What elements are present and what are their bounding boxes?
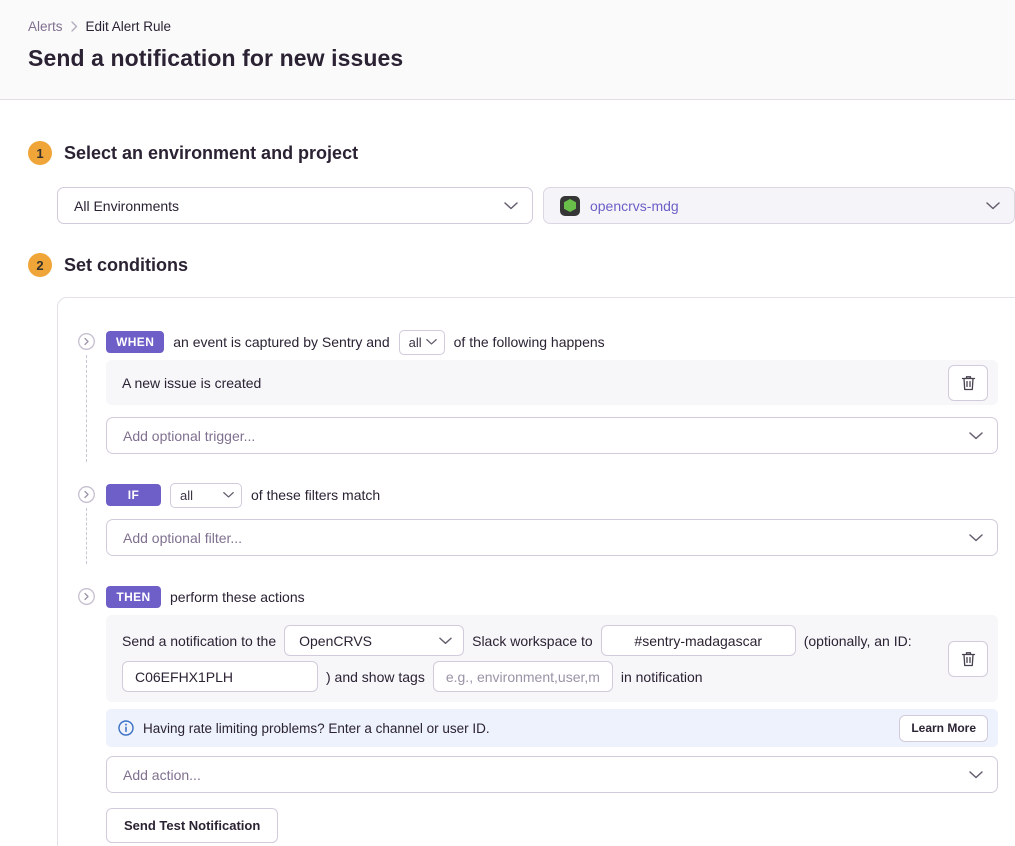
- learn-more-button[interactable]: Learn More: [899, 715, 988, 742]
- nodejs-icon: [560, 196, 580, 216]
- if-heading: IF all of these filters match: [106, 483, 998, 507]
- chevron-down-icon: [504, 202, 518, 210]
- delete-action-button[interactable]: [948, 641, 988, 677]
- rate-limit-alert: Having rate limiting problems? Enter a c…: [106, 709, 998, 747]
- chevron-right-icon: [71, 21, 78, 32]
- project-select-value: opencrvs-mdg: [590, 198, 679, 214]
- page-header: Alerts Edit Alert Rule Send a notificati…: [0, 0, 1015, 100]
- chevron-down-icon: [969, 432, 983, 440]
- slack-action-row: Send a notification to the OpenCRVS Slac…: [106, 615, 998, 702]
- chevron-down-icon: [223, 492, 234, 499]
- step2-number-badge: 2: [28, 253, 52, 277]
- when-condition-row: A new issue is created: [106, 360, 998, 405]
- if-match-select[interactable]: all: [170, 483, 242, 508]
- breadcrumb-current: Edit Alert Rule: [86, 19, 172, 34]
- delete-condition-button[interactable]: [948, 365, 988, 401]
- breadcrumb-alerts-link[interactable]: Alerts: [28, 19, 63, 34]
- trash-icon: [961, 375, 976, 391]
- when-badge: WHEN: [106, 331, 164, 353]
- chevron-down-icon: [986, 202, 1000, 210]
- then-badge: THEN: [106, 586, 161, 608]
- rate-limit-alert-text: Having rate limiting problems? Enter a c…: [143, 721, 490, 736]
- add-filter-placeholder: Add optional filter...: [123, 530, 242, 546]
- add-action-placeholder: Add action...: [123, 767, 201, 783]
- breadcrumb: Alerts Edit Alert Rule: [28, 19, 1015, 34]
- page-title: Send a notification for new issues: [28, 45, 1015, 72]
- if-group: IF all of these filters match Add option…: [78, 483, 1015, 556]
- add-trigger-placeholder: Add optional trigger...: [123, 428, 255, 444]
- when-condition-text: A new issue is created: [122, 375, 261, 391]
- when-text-after: of the following happens: [454, 334, 605, 350]
- dashed-connector: [86, 508, 87, 564]
- then-gutter: [78, 585, 106, 843]
- send-test-notification-button[interactable]: Send Test Notification: [106, 808, 278, 843]
- action-text-4: ) and show tags: [326, 669, 425, 685]
- when-match-value: all: [409, 335, 422, 350]
- when-heading: WHEN an event is captured by Sentry and …: [106, 330, 998, 354]
- step1-number-badge: 1: [28, 141, 52, 165]
- environment-select-value: All Environments: [74, 198, 179, 214]
- when-group: WHEN an event is captured by Sentry and …: [78, 330, 1015, 454]
- workspace-select-value: OpenCRVS: [299, 633, 372, 649]
- chevron-down-icon: [426, 339, 437, 346]
- if-badge: IF: [106, 484, 161, 506]
- conditions-card: WHEN an event is captured by Sentry and …: [57, 297, 1015, 846]
- when-gutter: [78, 330, 106, 454]
- chevron-circle-icon: [78, 588, 95, 605]
- environment-select[interactable]: All Environments: [57, 187, 533, 224]
- workspace-select[interactable]: OpenCRVS: [284, 625, 464, 656]
- channel-input[interactable]: [601, 625, 796, 656]
- if-match-value: all: [180, 488, 193, 503]
- step2-header: 2 Set conditions: [28, 253, 1015, 277]
- then-text-after: perform these actions: [170, 589, 305, 605]
- environment-project-row: All Environments opencrvs-mdg: [57, 187, 1015, 224]
- chevron-circle-icon: [78, 486, 95, 503]
- if-text-after: of these filters match: [251, 487, 380, 503]
- dashed-connector: [86, 355, 87, 462]
- action-text-3: (optionally, an ID:: [804, 633, 912, 649]
- add-action-select[interactable]: Add action...: [106, 756, 998, 793]
- step1-header: 1 Select an environment and project: [28, 141, 1015, 165]
- when-match-select[interactable]: all: [399, 330, 445, 355]
- project-select[interactable]: opencrvs-mdg: [543, 187, 1015, 224]
- step2-title: Set conditions: [64, 255, 188, 276]
- add-trigger-select[interactable]: Add optional trigger...: [106, 417, 998, 454]
- action-text-2: Slack workspace to: [472, 633, 593, 649]
- action-text-1: Send a notification to the: [122, 633, 276, 649]
- step1-title: Select an environment and project: [64, 143, 358, 164]
- trash-icon: [961, 651, 976, 667]
- then-heading: THEN perform these actions: [106, 585, 998, 609]
- if-gutter: [78, 483, 106, 556]
- chevron-down-icon: [969, 534, 983, 542]
- chevron-circle-icon: [78, 333, 95, 350]
- when-text-before: an event is captured by Sentry and: [173, 334, 389, 350]
- chevron-down-icon: [439, 637, 452, 645]
- info-icon: [118, 720, 134, 736]
- add-filter-select[interactable]: Add optional filter...: [106, 519, 998, 556]
- chevron-down-icon: [969, 771, 983, 779]
- action-text-5: in notification: [621, 669, 703, 685]
- channel-id-input[interactable]: [122, 661, 318, 692]
- tags-input[interactable]: [433, 661, 613, 692]
- then-group: THEN perform these actions Send a notifi…: [78, 585, 1015, 843]
